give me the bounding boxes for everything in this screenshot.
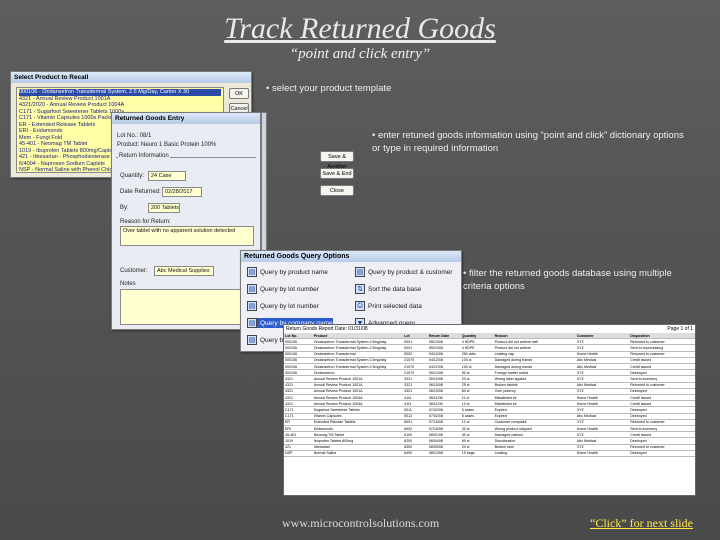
- query-icon: ▤: [247, 267, 257, 277]
- product-label: Product: Neuro 1 Basic Protein 100%: [117, 142, 217, 148]
- ok-button[interactable]: OK: [229, 88, 249, 99]
- report-header: Return Goods Report Date: 01/31/08 Page …: [284, 325, 695, 333]
- query-option-product-customer[interactable]: ▤ Query by product & customer: [355, 267, 453, 277]
- report-title: Return Goods Report Date: 01/31/08: [286, 326, 368, 332]
- by-field[interactable]: 200 Tablets: [148, 203, 180, 213]
- print-icon: ⎙: [355, 301, 365, 311]
- next-slide-link[interactable]: “Click” for next slide: [590, 516, 693, 531]
- report-page-number: Page 1 of 1: [667, 326, 693, 332]
- notes-field[interactable]: [120, 289, 254, 325]
- query-option-lot-number[interactable]: ▤ Query by lot number: [247, 284, 319, 294]
- query-icon: ▤: [247, 335, 257, 345]
- quantity-label: Quantity:: [120, 173, 145, 179]
- footer-url: www.microcontrolsolutions.com: [282, 516, 440, 530]
- save-and-end-button[interactable]: Save & End: [320, 168, 354, 179]
- table-cell: Destroyed: [629, 450, 695, 458]
- reason-field[interactable]: Over tablet with no apparent solution de…: [120, 226, 254, 246]
- customer-field[interactable]: Abc Medical Supplies: [154, 266, 214, 276]
- table-cell: Leaking: [493, 450, 576, 458]
- sort-icon: ⇅: [355, 284, 365, 294]
- table-row: NSP Normal Saline 6400 08/12/08 15 bags Leaki…: [284, 450, 695, 458]
- returned-goods-entry-window: Returned Goods Entry Lot No.: 08/1 Produ…: [111, 112, 261, 330]
- report-table: Lot No. Product Lot Return Date Quantity Reas…: [284, 333, 695, 458]
- query-option-lot-number-2[interactable]: ▤ Query by lot number: [247, 301, 319, 311]
- by-label: By:: [120, 205, 129, 211]
- returned-goods-report: Return Goods Report Date: 01/31/08 Page …: [283, 324, 696, 496]
- query-icon: ▤: [247, 318, 257, 328]
- lot-label: Lot No.: 08/1: [117, 133, 152, 139]
- bullet-enter-info: • enter retuned goods information using …: [372, 130, 684, 154]
- return-info-section-label: Return Information: [118, 153, 170, 159]
- slide-subtitle: “point and click entry”: [289, 46, 431, 62]
- query-icon: ▤: [355, 267, 365, 277]
- query-window-title: Returned Goods Query Options: [241, 251, 461, 262]
- query-option-product-name[interactable]: ▤ Query by product name: [247, 267, 328, 277]
- select-window-title: Select Product to Recall: [11, 72, 251, 83]
- table-cell: Home Health: [575, 450, 630, 458]
- query-option-sort[interactable]: ⇅ Sort the data base: [355, 284, 421, 294]
- bullet-select-template: • select your product template: [266, 83, 392, 94]
- date-returned-field[interactable]: 02/28/2017: [162, 187, 202, 197]
- table-cell: Normal Saline: [312, 450, 404, 458]
- table-cell: 15 bags: [460, 450, 494, 458]
- date-returned-label: Date Returned:: [120, 189, 161, 195]
- table-cell: 6400: [403, 450, 428, 458]
- close-button[interactable]: Close: [320, 185, 354, 196]
- quantity-field[interactable]: 24 Case: [148, 171, 186, 181]
- table-cell: NSP: [284, 450, 313, 458]
- reason-label: Reason for Return:: [120, 219, 171, 225]
- customer-label: Customer:: [120, 268, 148, 274]
- bullet-filter-database: • filter the returned goods database usi…: [463, 268, 672, 292]
- entry-window-title: Returned Goods Entry: [112, 113, 260, 124]
- notes-label: Notes: [120, 281, 136, 287]
- save-and-another-button[interactable]: Save & Another: [320, 151, 354, 170]
- slide-title: Track Returned Goods: [224, 12, 496, 45]
- query-option-print[interactable]: ⎙ Print selected data: [355, 301, 422, 311]
- query-icon: ▤: [247, 284, 257, 294]
- table-cell: 08/12/08: [427, 450, 461, 458]
- query-icon: ▤: [247, 301, 257, 311]
- report-body: 000106 Ondansetron Transdermal System 2.5…: [284, 338, 695, 458]
